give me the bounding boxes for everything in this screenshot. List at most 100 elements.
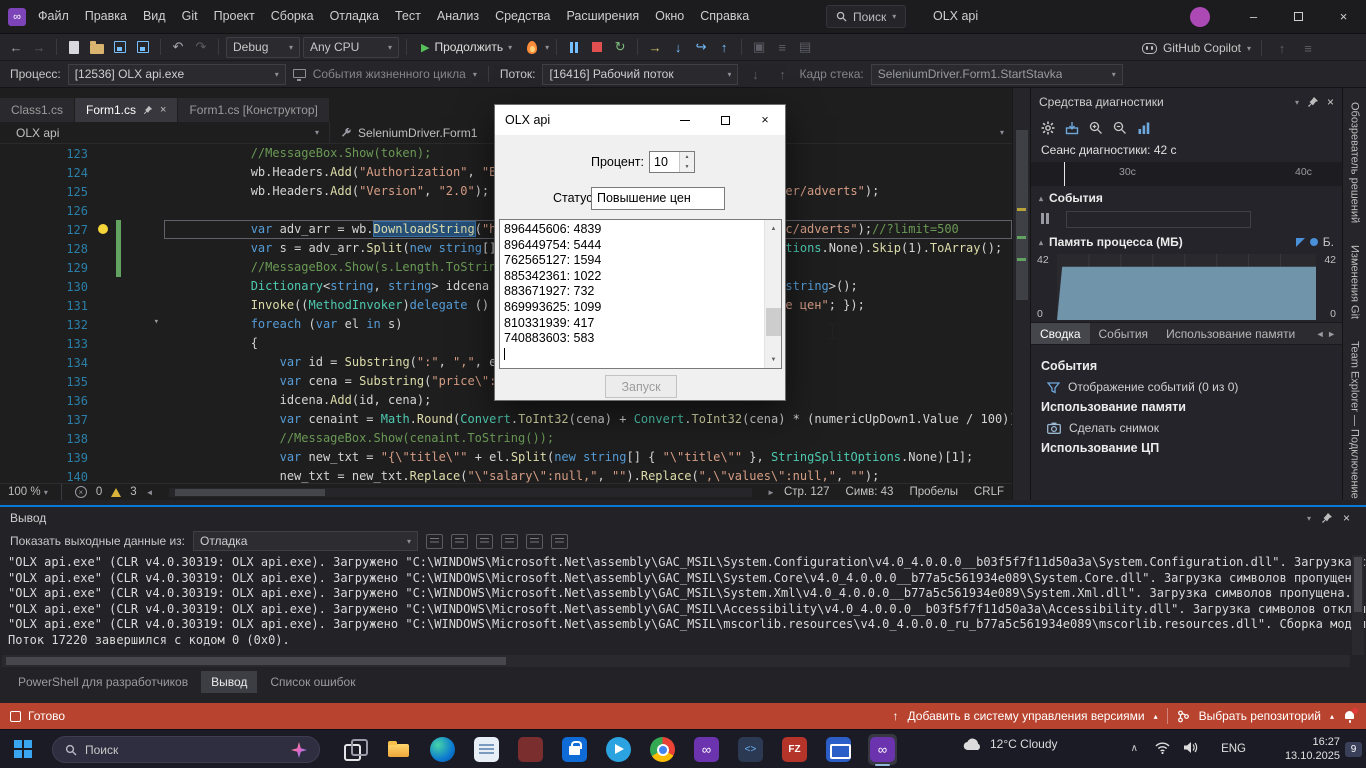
warnings-icon[interactable] — [111, 488, 121, 497]
tool-window-tab[interactable]: Team Explorer — Подключение — [1349, 341, 1361, 499]
thread-dropdown[interactable]: [16416] Рабочий поток▾ — [542, 64, 738, 85]
platform-dropdown[interactable]: Any CPU▾ — [303, 37, 399, 58]
find-message-icon[interactable] — [426, 534, 443, 549]
code-line[interactable]: 140 new_txt = new_txt.Replace("\"salary\… — [0, 467, 1012, 483]
document-tab[interactable]: Form1.cs× — [75, 98, 177, 122]
step-over-icon[interactable]: ↪ — [691, 37, 711, 57]
zoom-dropdown[interactable]: 100 % ▾ — [8, 486, 48, 498]
output-vertical-scrollbar[interactable] — [1352, 555, 1364, 655]
list-row[interactable]: 740883603: 583 — [504, 331, 781, 347]
task-view-taskbar-icon[interactable] — [340, 734, 369, 765]
section-collapse-icon[interactable]: ▴ — [1039, 238, 1043, 247]
filezilla-taskbar-icon[interactable] — [780, 734, 809, 765]
microsoft-store-taskbar-icon[interactable] — [560, 734, 589, 765]
diagnostics-tab[interactable]: Сводка — [1031, 323, 1090, 344]
stop-debugging-icon[interactable] — [587, 37, 607, 57]
panel-tab[interactable]: PowerShell для разработчиков — [8, 671, 198, 693]
list-row[interactable]: 883671927: 732 — [504, 284, 781, 300]
dialog-minimize-button[interactable] — [665, 105, 705, 135]
comment-icon[interactable]: ▤ — [795, 37, 815, 57]
navigate-forward-icon[interactable]: → — [29, 37, 49, 57]
share-icon[interactable]: ↑ — [1272, 38, 1292, 58]
run-button[interactable]: Запуск — [605, 375, 677, 398]
goto-previous-icon[interactable] — [451, 534, 468, 549]
eol-indicator[interactable]: CRLF — [974, 486, 1004, 498]
output-horizontal-scrollbar[interactable] — [2, 655, 1350, 667]
dialog-close-button[interactable]: × — [745, 105, 785, 135]
export-icon[interactable] — [1065, 121, 1079, 135]
zoom-in-icon[interactable] — [1089, 121, 1103, 135]
list-row[interactable]: 896445606: 4839 — [504, 222, 781, 238]
errors-icon[interactable]: × — [75, 486, 87, 498]
stepper-up-icon[interactable]: ▲ — [680, 152, 694, 162]
menu-item[interactable]: Проект — [206, 0, 263, 33]
document-tab[interactable]: Class1.cs — [0, 98, 74, 122]
status-field[interactable]: Повышение цен — [591, 187, 725, 210]
flag-up-icon[interactable]: ↑ — [772, 64, 792, 84]
visual-studio-taskbar-icon[interactable] — [692, 734, 721, 765]
section-collapse-icon[interactable]: ▴ — [1039, 194, 1043, 203]
scrollbar-thumb[interactable] — [1016, 130, 1028, 300]
tab-scroll-arrows[interactable]: ◄ ► — [1316, 329, 1342, 339]
undo-icon[interactable]: ↶ — [168, 37, 188, 57]
code-line[interactable]: 139 var new_txt = "{\"title\"" + el.Spli… — [0, 448, 1012, 467]
list-row[interactable]: 810331939: 417 — [504, 316, 781, 332]
code-line[interactable]: 138 //MessageBox.Show(cenaint.ToString()… — [0, 429, 1012, 448]
spaces-indicator[interactable]: Пробелы — [909, 486, 958, 498]
menu-item[interactable]: Отладка — [322, 0, 387, 33]
pin-icon[interactable] — [1307, 96, 1319, 108]
visual-studio-taskbar-icon[interactable] — [868, 734, 897, 765]
list-row[interactable]: 896449754: 5444 — [504, 238, 781, 254]
chevron-down-icon[interactable]: ▾ — [1307, 514, 1311, 523]
taskbar-clock[interactable]: 16:27 13.10.2025 — [1285, 735, 1340, 763]
goto-next-icon[interactable] — [476, 534, 493, 549]
user-avatar[interactable] — [1190, 7, 1210, 27]
output-source-dropdown[interactable]: Отладка▾ — [193, 531, 418, 551]
feedback-icon[interactable]: ≡ — [1298, 38, 1318, 58]
pin-icon[interactable] — [1321, 512, 1333, 524]
mail-app-taskbar-icon[interactable] — [824, 734, 853, 765]
copilot-group[interactable]: GitHub Copilot ▾ ↑ ≡ — [1142, 34, 1318, 62]
minimize-button[interactable]: – — [1231, 0, 1276, 33]
step-out-icon[interactable]: ↑ — [714, 37, 734, 57]
telegram-taskbar-icon[interactable] — [604, 734, 633, 765]
break-all-icon[interactable] — [564, 37, 584, 57]
tool-window-tab[interactable]: Обозреватель решений — [1349, 102, 1361, 223]
settings-gear-icon[interactable] — [1041, 121, 1055, 135]
start-button[interactable] — [14, 740, 32, 758]
percent-stepper[interactable]: 10 ▲ ▼ — [649, 151, 695, 173]
breadcrumb-type-dropdown[interactable]: SeleniumDriver.Form1 — [330, 122, 487, 143]
code-line[interactable]: 137 var cenaint = Math.Round(Convert.ToI… — [0, 410, 1012, 429]
scrollbar-thumb[interactable] — [766, 308, 781, 336]
list-members-icon[interactable]: ≡ — [772, 37, 792, 57]
tool-window-tab[interactable]: Изменения Git — [1349, 245, 1361, 319]
menu-item[interactable]: Средства — [487, 0, 558, 33]
diagnostics-tab[interactable]: Использование памяти — [1157, 323, 1304, 344]
menu-item[interactable]: Тест — [387, 0, 429, 33]
show-next-statement-icon[interactable]: → — [645, 37, 665, 57]
scroll-left-icon[interactable]: ◄ — [146, 488, 154, 497]
panel-tab[interactable]: Вывод — [201, 671, 257, 693]
volume-icon[interactable] — [1183, 741, 1198, 754]
select-repository-button[interactable]: Выбрать репозиторий — [1199, 709, 1321, 723]
horizontal-scrollbar[interactable] — [169, 488, 752, 497]
diagnostics-tab[interactable]: События — [1090, 323, 1158, 344]
navigate-back-icon[interactable]: ← — [6, 37, 26, 57]
close-button[interactable]: × — [1321, 0, 1366, 33]
menu-item[interactable]: Расширения — [558, 0, 647, 33]
results-listbox[interactable]: 896445606: 4839896449754: 5444762565127:… — [499, 219, 782, 369]
new-file-icon[interactable] — [64, 37, 84, 57]
taskbar-search[interactable]: Поиск — [52, 736, 320, 763]
listbox-scrollbar[interactable]: ▲ ▼ — [764, 220, 781, 368]
autoscroll-icon[interactable] — [551, 534, 568, 549]
events-section-header[interactable]: События — [1049, 191, 1103, 205]
network-icon[interactable] — [1155, 741, 1170, 754]
restart-icon[interactable]: ↻ — [610, 37, 630, 57]
step-into-icon[interactable]: ↓ — [668, 37, 688, 57]
maximize-button[interactable] — [1276, 0, 1321, 33]
continue-button[interactable]: ▶ Продолжить ▾ — [414, 36, 519, 58]
process-dropdown[interactable]: [12536] OLX api.exe▾ — [68, 64, 286, 85]
notification-count-badge[interactable]: 9 — [1345, 742, 1362, 757]
scroll-down-icon[interactable]: ▼ — [765, 351, 782, 368]
menu-item[interactable]: Сборка — [263, 0, 322, 33]
